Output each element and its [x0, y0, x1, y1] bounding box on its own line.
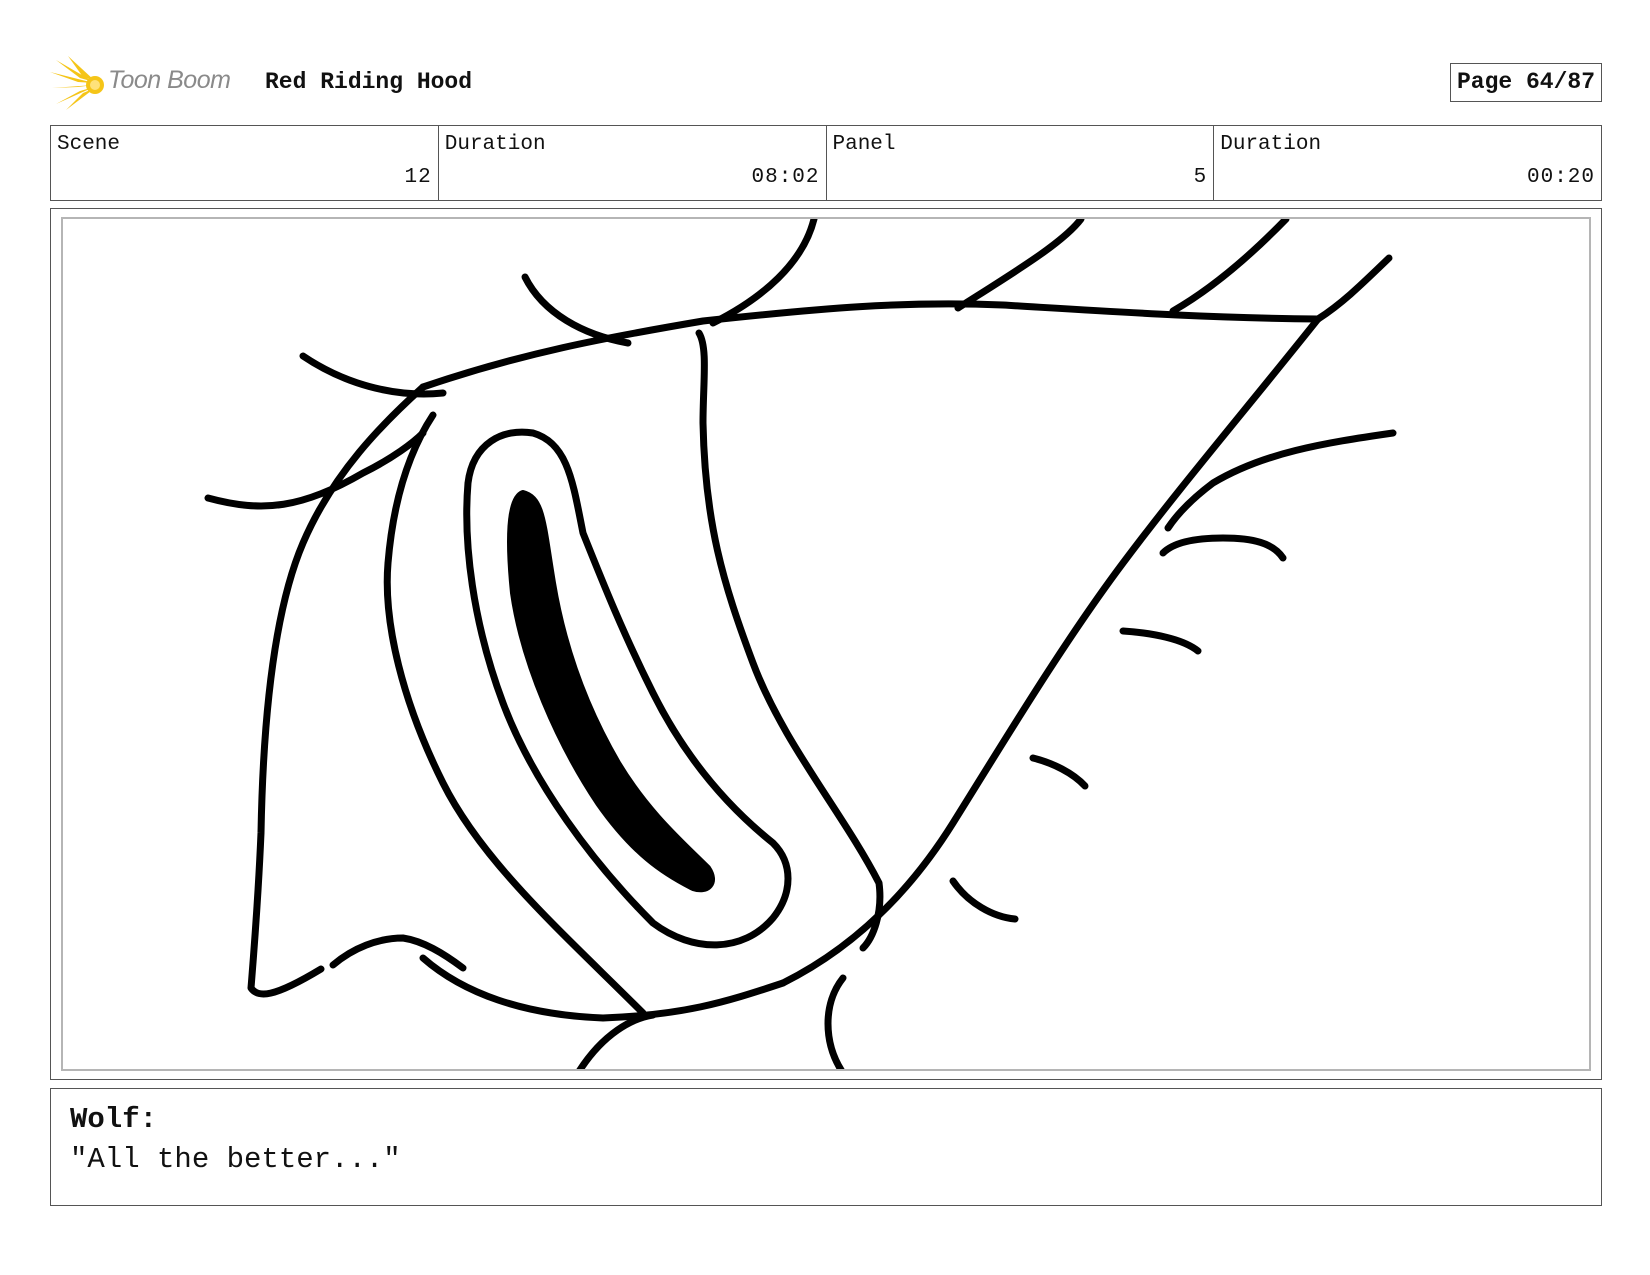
wolf-eye-sketch — [204, 219, 1397, 1069]
scene-duration-label: Duration — [444, 133, 546, 156]
dialogue-line: "All the better..." — [70, 1143, 401, 1176]
panel-duration-cell: Duration 00:20 — [1214, 126, 1601, 200]
toon-boom-burst-icon — [50, 56, 104, 110]
scene-cell: Scene 12 — [51, 126, 439, 200]
panel-duration-value: 00:20 — [1526, 166, 1595, 189]
dialogue-box: Wolf: "All the better..." — [50, 1088, 1602, 1206]
project-title: Red Riding Hood — [265, 69, 473, 95]
storyboard-header: Toon Boom Red Riding Hood Page 64/87 — [50, 56, 1602, 116]
panel-label: Panel — [832, 133, 896, 156]
toon-boom-logo: Toon Boom — [50, 56, 250, 112]
scene-value: 12 — [404, 166, 432, 189]
panel-cell: Panel 5 — [827, 126, 1215, 200]
logo-text: Toon Boom — [108, 66, 231, 94]
scene-duration-value: 08:02 — [751, 166, 820, 189]
panel-drawing-area — [61, 217, 1591, 1071]
scene-label: Scene — [57, 133, 121, 156]
speaker-name: Wolf: — [70, 1103, 158, 1136]
scene-duration-cell: Duration 08:02 — [439, 126, 827, 200]
page-indicator: Page 64/87 — [1449, 63, 1602, 102]
panel-value: 5 — [1193, 166, 1208, 189]
storyboard-panel — [50, 208, 1602, 1080]
shot-info-row: Scene 12 Duration 08:02 Panel 5 Duration… — [50, 125, 1602, 201]
panel-duration-label: Duration — [1220, 133, 1322, 156]
